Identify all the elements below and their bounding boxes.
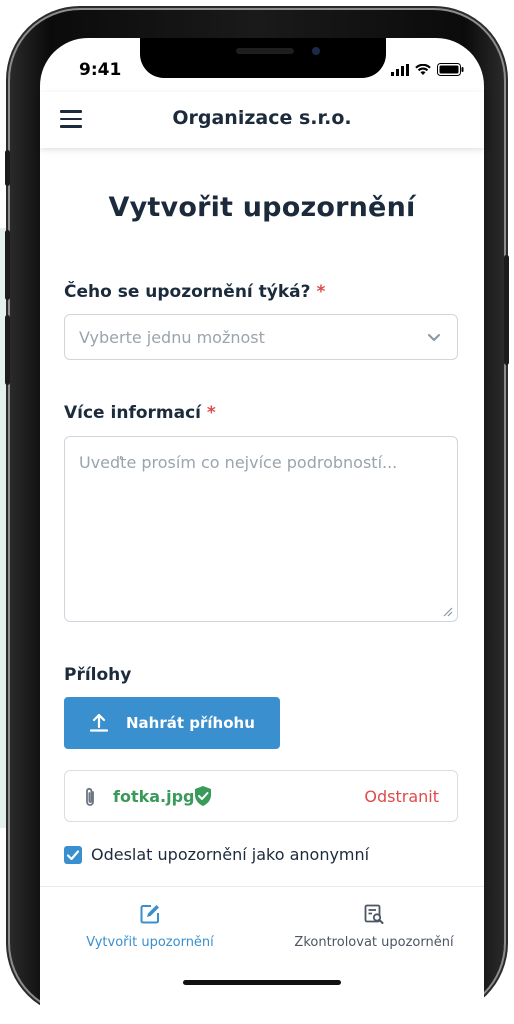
wifi-icon xyxy=(415,63,431,75)
file-name: fotka.jpg xyxy=(113,787,195,806)
home-indicator[interactable] xyxy=(183,980,341,985)
topic-select[interactable]: Vyberte jednu možnost xyxy=(64,314,458,360)
resize-handle-icon[interactable] xyxy=(441,605,453,617)
upload-icon xyxy=(90,713,108,732)
volume-up-button xyxy=(5,230,10,300)
volume-down-button xyxy=(5,315,10,385)
bottom-navigation: Vytvořit upozornění Zkontrolovat upozorn… xyxy=(40,886,484,1024)
app-header: Organizace s.r.o. xyxy=(40,92,484,148)
remove-file-button[interactable]: Odstranit xyxy=(364,787,439,806)
topic-select-placeholder: Vyberte jednu možnost xyxy=(79,328,265,347)
shield-check-icon xyxy=(195,786,211,806)
nav-create-label: Vytvořit upozornění xyxy=(86,935,214,950)
details-label-text: Více informací xyxy=(64,403,201,423)
chevron-down-icon xyxy=(428,334,440,341)
topic-label: Čeho se upozornění týká? * xyxy=(64,282,325,302)
notch xyxy=(140,38,386,78)
power-button xyxy=(504,255,509,365)
organization-title: Organizace s.r.o. xyxy=(172,107,352,129)
topic-label-text: Čeho se upozornění týká? xyxy=(64,282,311,302)
anonymous-label: Odeslat upozornění jako anonymní xyxy=(91,845,370,864)
signal-icon xyxy=(391,63,409,76)
speaker xyxy=(236,48,294,54)
attachments-label: Přílohy xyxy=(64,665,132,685)
checkmark-icon xyxy=(66,849,80,860)
anonymous-checkbox[interactable] xyxy=(64,845,82,864)
front-camera xyxy=(312,47,320,55)
nav-review-alerts[interactable]: Zkontrolovat upozornění xyxy=(284,903,464,950)
nav-review-label: Zkontrolovat upozornění xyxy=(294,935,454,950)
mute-switch xyxy=(5,150,10,186)
anonymous-option: Odeslat upozornění jako anonymní xyxy=(64,845,369,864)
attached-file: fotka.jpg Odstranit xyxy=(64,770,458,822)
details-placeholder: Uveďte prosím co nejvíce podrobností... xyxy=(79,453,398,472)
paperclip-icon xyxy=(86,787,94,806)
upload-attachment-button[interactable]: Nahrát příhohu xyxy=(64,697,280,749)
upload-button-label: Nahrát příhohu xyxy=(126,714,255,732)
status-icons xyxy=(391,63,464,76)
nav-create-alert[interactable]: Vytvořit upozornění xyxy=(82,903,218,950)
page-title: Vytvořit upozornění xyxy=(108,192,416,223)
details-textarea[interactable]: Uveďte prosím co nejvíce podrobností... xyxy=(64,436,458,622)
edit-icon xyxy=(140,905,159,924)
required-mark: * xyxy=(206,403,216,423)
required-mark: * xyxy=(316,282,326,302)
review-icon xyxy=(364,904,384,924)
status-time: 9:41 xyxy=(79,60,122,80)
details-label: Více informací * xyxy=(64,403,216,423)
battery-icon xyxy=(437,63,464,76)
